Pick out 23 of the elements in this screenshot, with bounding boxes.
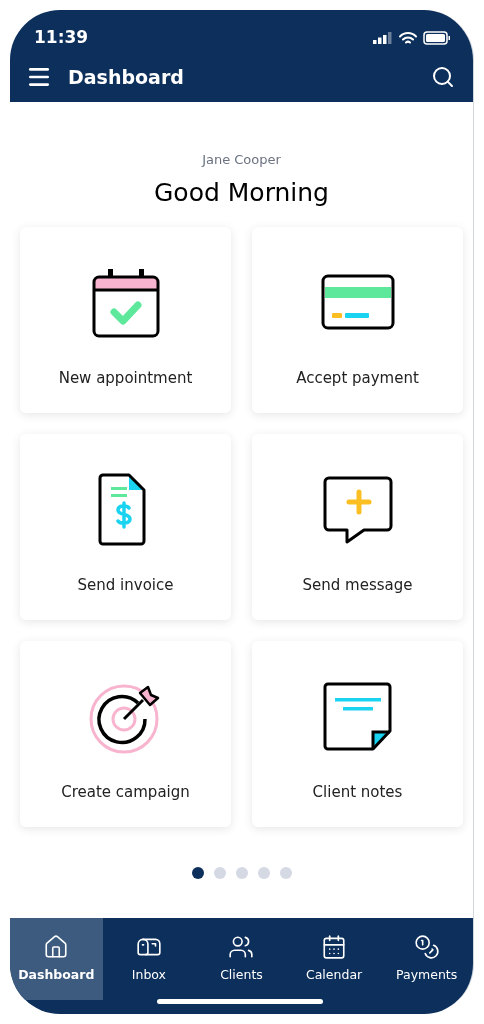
calendar-icon xyxy=(321,933,348,960)
wifi-icon xyxy=(399,31,417,45)
battery-icon xyxy=(423,31,451,45)
tab-item[interactable]: Inbox xyxy=(102,918,196,1000)
search-button[interactable] xyxy=(431,65,455,89)
tab-item[interactable]: Payments xyxy=(380,918,473,1000)
action-card[interactable]: Send invoice xyxy=(20,434,231,620)
coins-icon xyxy=(413,933,440,960)
tab-item[interactable]: Calendar xyxy=(287,918,381,1000)
action-card[interactable]: Client notes xyxy=(252,641,463,827)
tab-item[interactable]: Clients xyxy=(195,918,288,1000)
people-icon xyxy=(228,933,255,960)
action-card[interactable]: Accept payment xyxy=(252,227,463,413)
page-title: Dashboard xyxy=(68,64,185,90)
action-card[interactable]: New appointment xyxy=(20,227,231,413)
status-time: 11:39 xyxy=(34,26,89,50)
tab-item[interactable]: Dashboard xyxy=(10,918,103,1000)
house-icon xyxy=(43,933,70,960)
signal-icon xyxy=(373,32,393,44)
greeting-heading: Good Morning xyxy=(154,176,329,209)
user-name: Jane Cooper xyxy=(202,151,281,169)
action-card[interactable]: Create campaign xyxy=(20,641,231,827)
action-card[interactable]: Send message xyxy=(252,434,463,620)
